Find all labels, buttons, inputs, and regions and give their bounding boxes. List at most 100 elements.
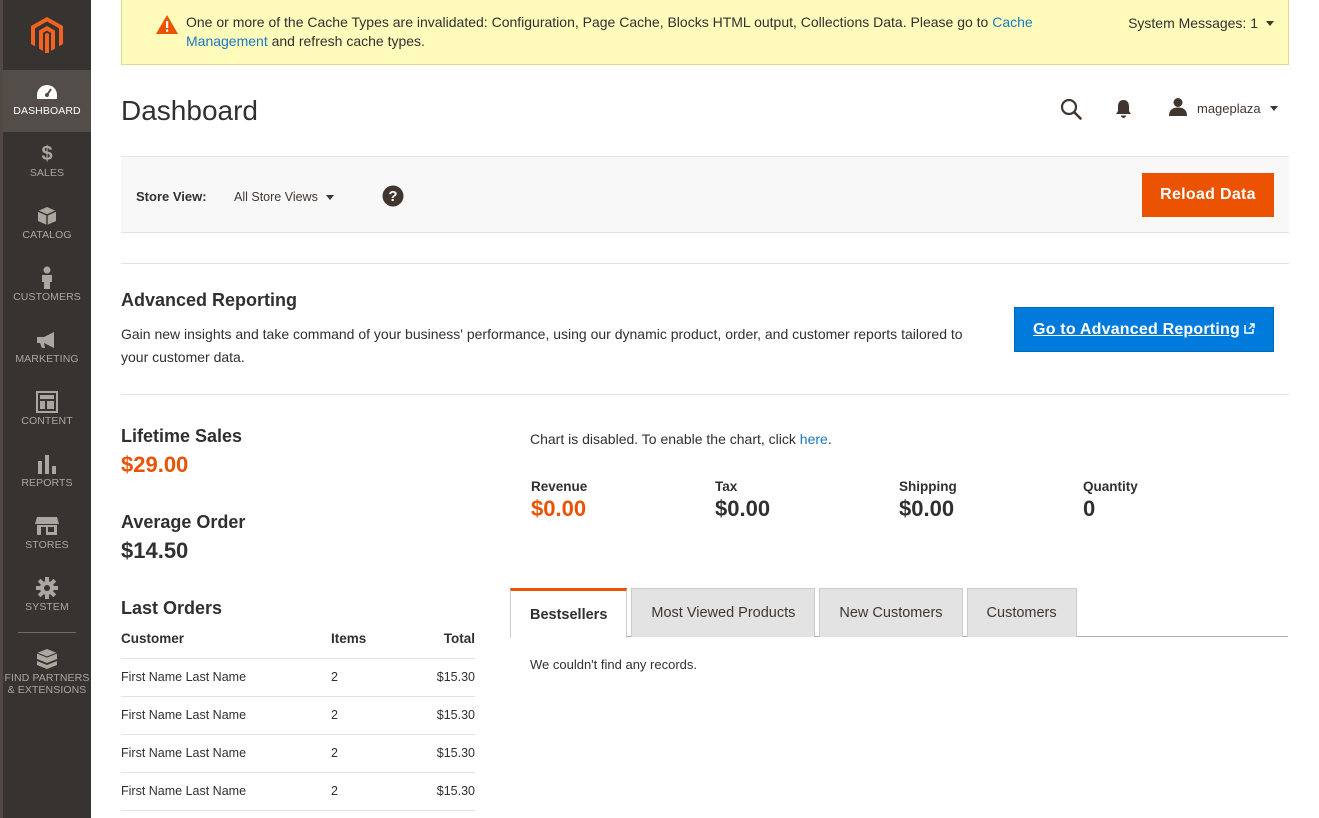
admin-sidebar: DASHBOARD $ SALES CATALOG CUSTOMERS MARK… bbox=[0, 0, 91, 818]
sidebar-item-label: DASHBOARD bbox=[13, 105, 81, 117]
chart-note-text: Chart is disabled. To enable the chart, … bbox=[530, 431, 800, 447]
box-icon bbox=[37, 204, 57, 228]
order-items: 2 bbox=[331, 696, 415, 735]
tab-bestsellers[interactable]: Bestsellers bbox=[510, 588, 628, 638]
system-message-text: One or more of the Cache Types are inval… bbox=[186, 13, 1086, 51]
total-value: 0 bbox=[1083, 496, 1096, 521]
blocks-icon bbox=[35, 647, 59, 671]
total-quantity: Quantity 0 bbox=[1083, 479, 1138, 522]
dashboard-tabs: Bestsellers Most Viewed Products New Cus… bbox=[510, 588, 1077, 638]
order-total: $15.30 bbox=[415, 772, 475, 811]
sidebar-item-label: SYSTEM bbox=[25, 601, 69, 613]
system-messages-count: System Messages: 1 bbox=[1128, 15, 1258, 31]
table-row[interactable]: First Name Last Name 2 $15.30 bbox=[121, 772, 475, 811]
total-value: $0.00 bbox=[899, 496, 955, 521]
dollar-icon: $ bbox=[41, 142, 53, 165]
external-link-icon bbox=[1244, 321, 1255, 339]
divider bbox=[121, 394, 1289, 395]
chart-disabled-note: Chart is disabled. To enable the chart, … bbox=[530, 431, 832, 447]
tab-customers[interactable]: Customers bbox=[966, 588, 1077, 637]
table-row[interactable]: First Name Last Name 2 $15.30 bbox=[121, 658, 475, 697]
column-header-items[interactable]: Items bbox=[331, 628, 415, 659]
total-value: $0.00 bbox=[531, 496, 587, 521]
order-total: $15.30 bbox=[415, 696, 475, 735]
sidebar-item-stores[interactable]: STORES bbox=[3, 504, 91, 566]
sidebar-item-catalog[interactable]: CATALOG bbox=[3, 194, 91, 256]
sidebar-item-customers[interactable]: CUSTOMERS bbox=[3, 256, 91, 318]
reload-data-button[interactable]: Reload Data bbox=[1142, 173, 1274, 217]
order-customer: First Name Last Name bbox=[121, 772, 331, 811]
storefront-icon bbox=[35, 514, 59, 538]
store-view-label: Store View: bbox=[136, 189, 207, 204]
sidebar-item-partners[interactable]: FIND PARTNERS & EXTENSIONS bbox=[3, 639, 91, 715]
lifetime-sales-value: $29.00 bbox=[121, 452, 189, 477]
order-customer: First Name Last Name bbox=[121, 734, 331, 773]
svg-text:?: ? bbox=[388, 188, 397, 205]
message-text-end: and refresh cache types. bbox=[267, 33, 425, 49]
column-header-customer[interactable]: Customer bbox=[121, 628, 331, 659]
magento-logo[interactable] bbox=[3, 0, 91, 70]
sidebar-item-label: CATALOG bbox=[22, 229, 72, 241]
user-account-menu[interactable]: mageplaza bbox=[1168, 97, 1278, 120]
order-items: 2 bbox=[331, 658, 415, 697]
store-view-value: All Store Views bbox=[234, 190, 318, 204]
sidebar-item-reports[interactable]: REPORTS bbox=[3, 442, 91, 504]
total-revenue: Revenue $0.00 bbox=[531, 479, 587, 522]
lifetime-sales-label: Lifetime Sales bbox=[121, 426, 243, 446]
advanced-reporting-title: Advanced Reporting bbox=[121, 290, 298, 310]
chevron-down-icon bbox=[1266, 20, 1274, 26]
store-view-dropdown[interactable]: All Store Views bbox=[234, 190, 334, 204]
go-to-advanced-reporting-button[interactable]: Go to Advanced Reporting bbox=[1014, 307, 1274, 352]
search-icon[interactable] bbox=[1060, 98, 1082, 125]
store-switcher-bar: Store View: All Store Views ? Reload Dat… bbox=[121, 156, 1289, 233]
magento-logo-icon bbox=[31, 17, 63, 53]
order-total: $15.30 bbox=[415, 734, 475, 773]
sidebar-item-label: CONTENT bbox=[21, 415, 73, 427]
divider bbox=[121, 263, 1289, 264]
average-order-value: $14.50 bbox=[121, 538, 189, 563]
bar-chart-icon bbox=[37, 452, 57, 476]
table-header-row: Customer Items Total bbox=[121, 628, 475, 659]
total-tax: Tax $0.00 bbox=[715, 479, 770, 522]
sidebar-item-system[interactable]: SYSTEM bbox=[3, 566, 91, 628]
enable-chart-link[interactable]: here bbox=[800, 431, 828, 447]
system-messages-toggle[interactable]: System Messages: 1 bbox=[1128, 15, 1274, 31]
help-icon[interactable]: ? bbox=[382, 185, 404, 212]
column-header-total[interactable]: Total bbox=[415, 628, 475, 659]
message-text: One or more of the Cache Types are inval… bbox=[186, 14, 993, 30]
average-order-label: Average Order bbox=[121, 512, 246, 532]
tab-most-viewed-products[interactable]: Most Viewed Products bbox=[631, 588, 816, 637]
layout-icon bbox=[36, 390, 58, 414]
sidebar-item-content[interactable]: CONTENT bbox=[3, 380, 91, 442]
user-icon bbox=[1168, 97, 1188, 120]
tab-new-customers[interactable]: New Customers bbox=[819, 588, 963, 637]
button-label: Go to Advanced Reporting bbox=[1033, 320, 1240, 338]
sidebar-divider bbox=[18, 632, 76, 633]
sidebar-item-label: REPORTS bbox=[21, 477, 73, 489]
sidebar-item-sales[interactable]: $ SALES bbox=[3, 132, 91, 194]
total-label: Shipping bbox=[899, 479, 957, 494]
sidebar-item-marketing[interactable]: MARKETING bbox=[3, 318, 91, 380]
order-items: 2 bbox=[331, 734, 415, 773]
table-row[interactable]: First Name Last Name 2 $15.30 bbox=[121, 696, 475, 735]
chevron-down-icon bbox=[325, 194, 334, 200]
sidebar-item-dashboard[interactable]: DASHBOARD bbox=[3, 70, 91, 132]
total-label: Revenue bbox=[531, 479, 588, 494]
order-customer: First Name Last Name bbox=[121, 696, 331, 735]
sidebar-item-label: SALES bbox=[29, 167, 65, 179]
notifications-bell-icon[interactable] bbox=[1115, 99, 1132, 124]
chevron-down-icon bbox=[1269, 106, 1278, 111]
page-title: Dashboard bbox=[121, 95, 258, 126]
sidebar-item-label: FIND PARTNERS bbox=[4, 672, 90, 684]
empty-state-text: We couldn't find any records. bbox=[530, 657, 697, 672]
total-label: Tax bbox=[715, 479, 738, 494]
warning-icon bbox=[156, 15, 178, 39]
table-row[interactable]: First Name Last Name 2 $15.30 bbox=[121, 734, 475, 773]
username: mageplaza bbox=[1197, 101, 1261, 116]
order-total: $15.30 bbox=[415, 658, 475, 697]
order-items: 2 bbox=[331, 772, 415, 811]
dashboard-icon bbox=[36, 80, 58, 104]
last-orders-title: Last Orders bbox=[121, 598, 223, 618]
total-label: Quantity bbox=[1083, 479, 1138, 494]
advanced-reporting-description: Gain new insights and take command of yo… bbox=[121, 326, 963, 365]
